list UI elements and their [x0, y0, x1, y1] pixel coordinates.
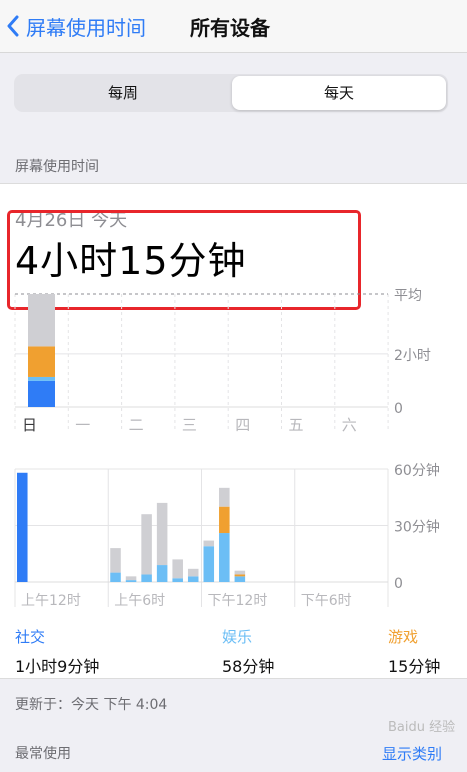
ytick-label: 0 — [394, 576, 403, 592]
xtick-label: 五 — [289, 416, 304, 434]
legend-social-label: 社交 — [15, 628, 46, 646]
legend-social-value: 1小时9分钟 — [15, 657, 100, 676]
back-label: 屏幕使用时间 — [26, 15, 146, 40]
bar-segment — [125, 576, 137, 581]
ytick-label: 30分钟 — [394, 519, 440, 536]
xtick-label: 二 — [129, 416, 144, 434]
xtick-label: 下午6时 — [301, 593, 352, 609]
hourly-chart: 60分钟 30分钟 0 上午12时 上午6时 下午12时 下午6时 — [14, 462, 440, 609]
bar-segment — [187, 568, 199, 577]
ytick-label: 0 — [394, 401, 403, 417]
xtick-label: 一 — [75, 416, 90, 434]
weekly-chart: 平均 2小时 0 日 一 二 三 四 五 六 — [14, 288, 431, 434]
bar-segment — [110, 548, 121, 573]
segment-daily[interactable]: 每天 — [232, 76, 446, 110]
bar-segment — [219, 533, 230, 582]
back-button[interactable]: 屏幕使用时间 — [6, 10, 146, 42]
watermark: Baidu 经验 — [388, 720, 456, 735]
xtick-label: 三 — [182, 416, 197, 434]
legend-games-label: 游戏 — [388, 628, 419, 646]
bar-segment — [28, 380, 55, 407]
bar-segment — [234, 570, 246, 575]
page-title: 所有设备 — [190, 16, 270, 40]
bar-segment — [141, 514, 152, 575]
bar-segment — [110, 572, 121, 582]
bar-segment — [219, 506, 230, 534]
xtick-label: 六 — [342, 416, 357, 434]
bar-segment — [156, 565, 168, 582]
bar-segment — [28, 346, 55, 377]
xtick-label: 上午12时 — [21, 593, 81, 609]
show-categories-link[interactable]: 显示类别 — [382, 743, 442, 764]
legend-entertainment: 娱乐 58分钟 — [222, 626, 274, 677]
period-segmented-control: 每周 每天 — [14, 74, 448, 112]
ytick-label: 2小时 — [394, 348, 431, 364]
xtick-label: 四 — [235, 416, 250, 434]
legend-entertainment-label: 娱乐 — [222, 628, 253, 646]
bar-segment — [234, 576, 246, 582]
legend-entertainment-value: 58分钟 — [222, 657, 275, 676]
bar-segment — [156, 502, 168, 566]
segment-weekly[interactable]: 每周 — [16, 76, 230, 110]
legend-games-value: 15分钟 — [388, 657, 441, 676]
bar-segment — [172, 578, 183, 582]
navigation-bar: 屏幕使用时间 所有设备 — [0, 0, 467, 53]
bar-segment — [28, 294, 55, 347]
bar-segment — [17, 472, 28, 582]
bar-segment — [172, 559, 183, 579]
bar-segment — [125, 580, 137, 582]
xtick-label: 日 — [22, 416, 37, 434]
chevron-left-icon — [7, 15, 19, 37]
updated-time: 更新于：今天 下午 4:04 — [15, 697, 168, 713]
bar-segment — [219, 487, 230, 507]
ytick-label: 60分钟 — [394, 462, 440, 479]
section-header-screen-time: 屏幕使用时间 — [15, 159, 99, 175]
bar-segment — [187, 576, 199, 582]
bar-segment — [141, 574, 152, 582]
bar-segment — [234, 574, 246, 577]
xtick-label: 下午12时 — [208, 593, 268, 609]
section-header-most-used: 最常使用 — [15, 746, 71, 762]
bar-segment — [203, 546, 215, 582]
xtick-label: 上午6时 — [114, 593, 165, 609]
average-label: 平均 — [394, 288, 422, 304]
bar-segment — [203, 540, 215, 547]
legend-social: 社交 1小时9分钟 — [15, 626, 99, 677]
legend-games: 游戏 15分钟 — [388, 626, 440, 677]
bar-segment — [28, 376, 55, 381]
